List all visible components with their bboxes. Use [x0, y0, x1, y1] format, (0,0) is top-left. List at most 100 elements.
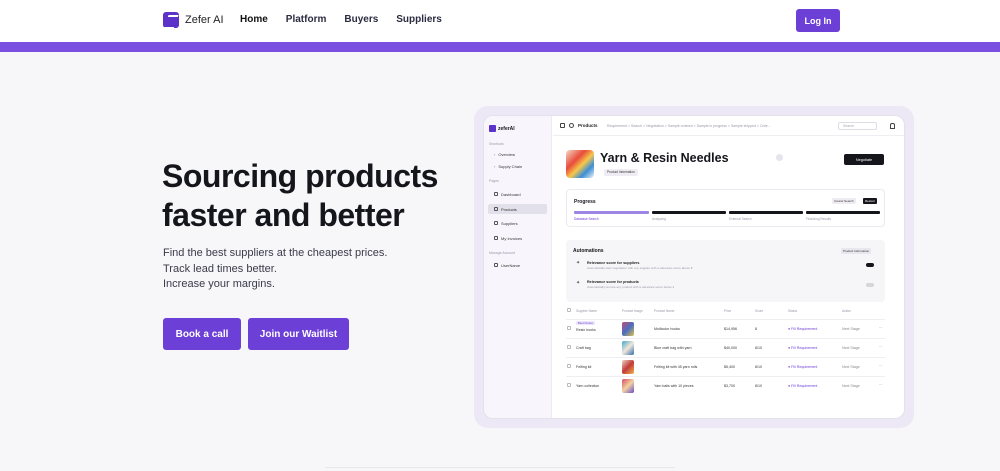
- nav-link-buyers[interactable]: Buyers: [344, 14, 378, 25]
- supplier-name: Craft bag: [576, 346, 591, 350]
- more-icon[interactable]: [776, 154, 783, 161]
- mockup-brand: zeferAI: [489, 125, 515, 132]
- progress-step-bar: [574, 211, 649, 214]
- top-nav: Zefer AI Home Platform Buyers Suppliers …: [0, 0, 1000, 42]
- sidebar-item-suppliers[interactable]: Suppliers: [488, 218, 547, 228]
- product-name: Yarn balls with 10 pieces: [654, 384, 694, 388]
- products-icon: [494, 207, 498, 211]
- sidebar-item-invoices[interactable]: My Invoices: [488, 233, 547, 243]
- status: ● Fill Requirement: [788, 327, 818, 331]
- automations-card: Automations Product Information ✦ Releva…: [566, 240, 885, 302]
- sidebar-item-label: Supply Chain: [498, 163, 523, 169]
- star-icon[interactable]: [569, 123, 574, 128]
- sidebar-toggle-icon[interactable]: [560, 123, 565, 128]
- zefer-logo-icon: [489, 125, 496, 132]
- progress-step-label: Analyzing: [652, 217, 666, 221]
- progress-step-bar: [729, 211, 803, 214]
- supplier-name: Felting kit: [576, 365, 592, 369]
- row-more-icon[interactable]: ⋯: [879, 326, 883, 330]
- sidebar-section-label: Shortcuts: [489, 142, 504, 146]
- sidebar-item-label: Suppliers: [501, 220, 518, 226]
- row-checkbox[interactable]: [567, 345, 571, 349]
- sidebar-item-overview[interactable]: › Overview: [488, 149, 547, 159]
- select-all-checkbox[interactable]: [567, 308, 571, 312]
- nav-link-platform[interactable]: Platform: [286, 14, 327, 25]
- search-input[interactable]: Search: [838, 122, 877, 130]
- product-info-chip[interactable]: Product Information: [604, 169, 638, 176]
- nav-link-home[interactable]: Home: [240, 14, 268, 25]
- column-header: Supplier Name: [576, 309, 598, 313]
- automation-description: Automatically start negotiation with any…: [587, 266, 693, 270]
- product-thumbnail: [622, 360, 634, 374]
- invoice-icon: [494, 236, 498, 240]
- automation-toggle-off[interactable]: [866, 283, 874, 287]
- row-checkbox[interactable]: [567, 326, 571, 330]
- table-row[interactable]: Best Choice Resin hooks Multicolor hooks…: [566, 319, 885, 337]
- join-waitlist-button[interactable]: Join our Waitlist: [248, 318, 349, 350]
- table-row[interactable]: Felting kit Felting kit with 45 yarn rol…: [566, 357, 885, 375]
- sidebar-item-label: Dashboard: [501, 191, 521, 197]
- price: $14,956: [724, 327, 737, 331]
- product-info-button[interactable]: Product Information: [841, 248, 872, 254]
- app-mockup: zeferAI Shortcuts › Overview › Supply Ch…: [483, 115, 905, 419]
- row-more-icon[interactable]: ⋯: [879, 364, 883, 368]
- product-thumbnail: [622, 322, 634, 336]
- topbar-title: Products: [578, 123, 598, 128]
- automation-toggle-on[interactable]: [866, 263, 874, 267]
- login-button[interactable]: Log In: [796, 9, 840, 32]
- status: ● Fill Requirement: [788, 346, 818, 350]
- product-thumbnail: [622, 341, 634, 355]
- restart-button[interactable]: Restart: [863, 198, 877, 204]
- table-row[interactable]: Yarn collection Yarn balls with 10 piece…: [566, 376, 885, 394]
- price: $3,700: [724, 384, 735, 388]
- bell-icon[interactable]: [890, 123, 895, 129]
- next-stage-select[interactable]: Next Stage: [842, 327, 860, 331]
- mockup-sidebar: zeferAI Shortcuts › Overview › Supply Ch…: [484, 116, 552, 418]
- user-icon: [494, 263, 498, 267]
- column-header: Product Image: [622, 309, 643, 313]
- nav-link-suppliers[interactable]: Suppliers: [396, 14, 442, 25]
- product-thumbnail: [622, 379, 634, 393]
- automation-title: Relevance score for products: [587, 280, 639, 284]
- hero-subtitle-line: Track lead times better.: [163, 262, 277, 275]
- hero-title: Sourcing products faster and better: [162, 158, 438, 233]
- breadcrumb: Requirement > Search > Negotiation > Sam…: [607, 124, 771, 128]
- product-name: Blue craft bag with yarn: [654, 346, 692, 350]
- score: 8/10: [755, 346, 762, 350]
- sidebar-item-supply-chain[interactable]: › Supply Chain: [488, 161, 547, 171]
- row-more-icon[interactable]: ⋯: [879, 383, 883, 387]
- column-header: Score: [755, 309, 764, 313]
- chevron-right-icon: ›: [494, 151, 496, 157]
- price: $40,000: [724, 346, 737, 350]
- row-checkbox[interactable]: [567, 383, 571, 387]
- row-more-icon[interactable]: ⋯: [879, 345, 883, 349]
- price: $5,400: [724, 365, 735, 369]
- brand-logo[interactable]: Zefer AI: [163, 12, 224, 28]
- supplier-name: Yarn collection: [576, 384, 600, 388]
- sidebar-item-dashboard[interactable]: Dashboard: [488, 189, 547, 199]
- sidebar-item-products[interactable]: Products: [488, 204, 547, 214]
- cancel-search-button[interactable]: Cancel Search: [832, 198, 856, 204]
- score: 8/10: [755, 365, 762, 369]
- table-row[interactable]: Craft bag Blue craft bag with yarn $40,0…: [566, 338, 885, 356]
- next-stage-select[interactable]: Next Stage: [842, 346, 860, 350]
- negotiate-button[interactable]: Negotiate: [844, 154, 884, 165]
- nav-links: Home Platform Buyers Suppliers: [240, 14, 442, 25]
- section-divider: [325, 467, 675, 468]
- row-checkbox[interactable]: [567, 364, 571, 368]
- negotiate-label: Negotiate: [855, 157, 873, 162]
- next-stage-select[interactable]: Next Stage: [842, 384, 860, 388]
- automation-description: Automatically remove any product with a …: [587, 285, 675, 289]
- automations-title: Automations: [573, 248, 604, 254]
- product-name: Felting kit with 45 yarn rolls: [654, 365, 698, 369]
- product-image: [566, 150, 594, 178]
- best-choice-badge: Best Choice: [576, 321, 596, 325]
- zefer-logo-icon: [163, 12, 179, 28]
- sparkle-icon: ✦: [576, 280, 581, 286]
- book-call-button[interactable]: Book a call: [163, 318, 241, 350]
- hero-subtitle: Find the best suppliers at the cheapest …: [163, 246, 387, 293]
- next-stage-select[interactable]: Next Stage: [842, 365, 860, 369]
- chevron-right-icon: ›: [494, 163, 496, 169]
- status: ● Fill Requirement: [788, 365, 818, 369]
- sidebar-item-username[interactable]: UserName: [488, 260, 547, 270]
